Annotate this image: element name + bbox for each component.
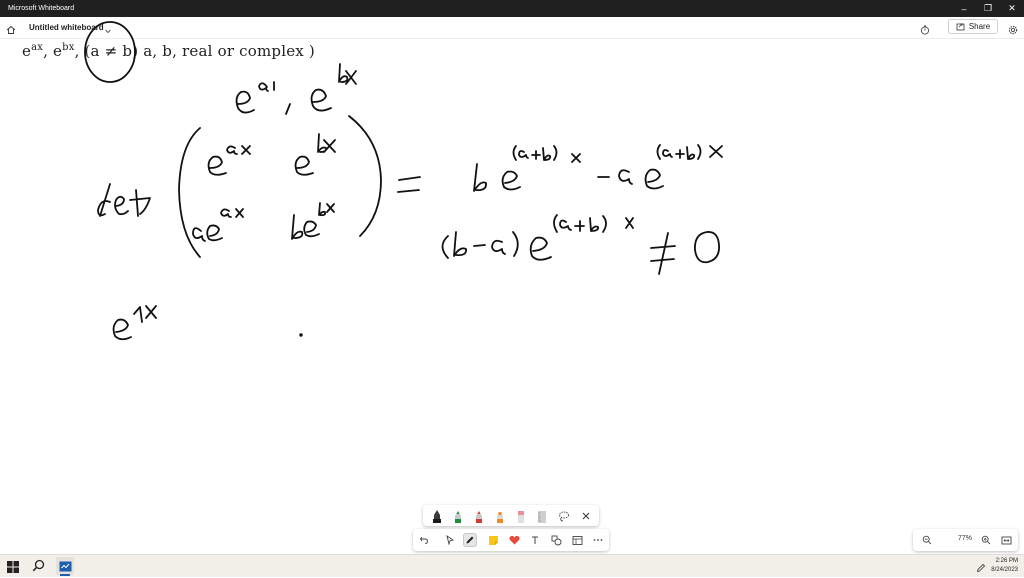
ink-rhs-b (473, 163, 487, 192)
ink-m22-e (303, 220, 320, 238)
ink-row2-minus (473, 244, 486, 247)
ruler-icon[interactable] (535, 509, 549, 523)
text-icon[interactable] (528, 533, 542, 547)
undo-icon[interactable] (417, 533, 431, 547)
select-icon[interactable] (443, 533, 457, 547)
ink-row2-a (491, 239, 506, 255)
ink-exp-b (338, 63, 357, 85)
more-icon[interactable] (591, 533, 605, 547)
ink-rhs-a (618, 169, 633, 185)
system-clock[interactable]: 2:26 PM 8/24/2023 (991, 557, 1018, 575)
green-pen-icon[interactable] (451, 509, 465, 523)
ink-det-e (114, 195, 129, 216)
template-icon[interactable] (570, 533, 584, 547)
pen-icon[interactable] (463, 533, 477, 547)
ink-exp-lambda (133, 305, 157, 323)
ink-circle (84, 21, 136, 83)
pen-tray (423, 505, 599, 526)
zoom-out-icon[interactable] (920, 533, 934, 547)
ink-m11-e (207, 155, 227, 176)
fit-screen-icon[interactable] (999, 533, 1013, 547)
ink-row2-paren-l (441, 235, 449, 259)
ink-row2-paren-r (512, 231, 519, 257)
ink-m21-a (192, 227, 206, 242)
orange-highlighter-icon[interactable] (493, 509, 507, 523)
windows-start-icon[interactable] (7, 560, 19, 578)
ink-m22-exp (318, 202, 335, 217)
ink-comma1 (285, 103, 291, 115)
ink-row2-exp (553, 214, 634, 233)
ink-row2-b (453, 231, 467, 257)
ink-m12-e (294, 155, 314, 176)
shapes-icon[interactable] (549, 533, 563, 547)
ink-exp-a (258, 81, 275, 92)
ink-m21-exp (220, 208, 244, 218)
zoom-control: 77% (913, 529, 1018, 551)
red-pen-icon[interactable] (472, 509, 486, 523)
ink-m12-exp (317, 133, 336, 153)
creation-toolbar (413, 529, 609, 551)
close-icon[interactable] (579, 509, 593, 523)
ink-equals (397, 176, 421, 193)
ink-det-d (97, 183, 111, 217)
ink-zero (694, 231, 720, 264)
search-icon[interactable] (32, 559, 45, 577)
handwritten-ink (84, 21, 723, 341)
zoom-in-icon[interactable] (979, 533, 993, 547)
ink-rhs-exp2 (656, 144, 723, 160)
whiteboard-app-icon[interactable] (56, 557, 74, 575)
ink-neq (650, 232, 676, 275)
ink-rhs-exp1 (512, 145, 581, 163)
reaction-icon[interactable] (507, 533, 521, 547)
ink-m22-b (291, 214, 304, 240)
ink-det-t (129, 189, 151, 217)
pen-settings-icon[interactable] (976, 560, 986, 578)
black-pen-icon[interactable] (430, 509, 444, 523)
lasso-icon[interactable] (557, 509, 571, 523)
sticky-note-icon[interactable] (486, 533, 500, 547)
ink-row2-e (529, 236, 552, 261)
taskbar: 2:26 PM 8/24/2023 (0, 554, 1024, 577)
ink-e-b (310, 88, 332, 112)
eraser-icon[interactable] (514, 509, 528, 523)
ink-dot (299, 333, 303, 337)
zoom-level[interactable]: 77% (948, 535, 982, 542)
ink-e-a (235, 90, 255, 114)
ink-right-paren (348, 115, 382, 237)
ink-rhs-e2 (644, 168, 664, 190)
clock-date: 8/24/2023 (991, 567, 1018, 573)
ink-m21-e (206, 224, 223, 242)
clock-time: 2:26 PM (995, 558, 1018, 564)
ink-e-lambda (112, 318, 132, 341)
ink-rhs-e1 (501, 170, 521, 191)
ink-m11-exp (226, 145, 251, 155)
